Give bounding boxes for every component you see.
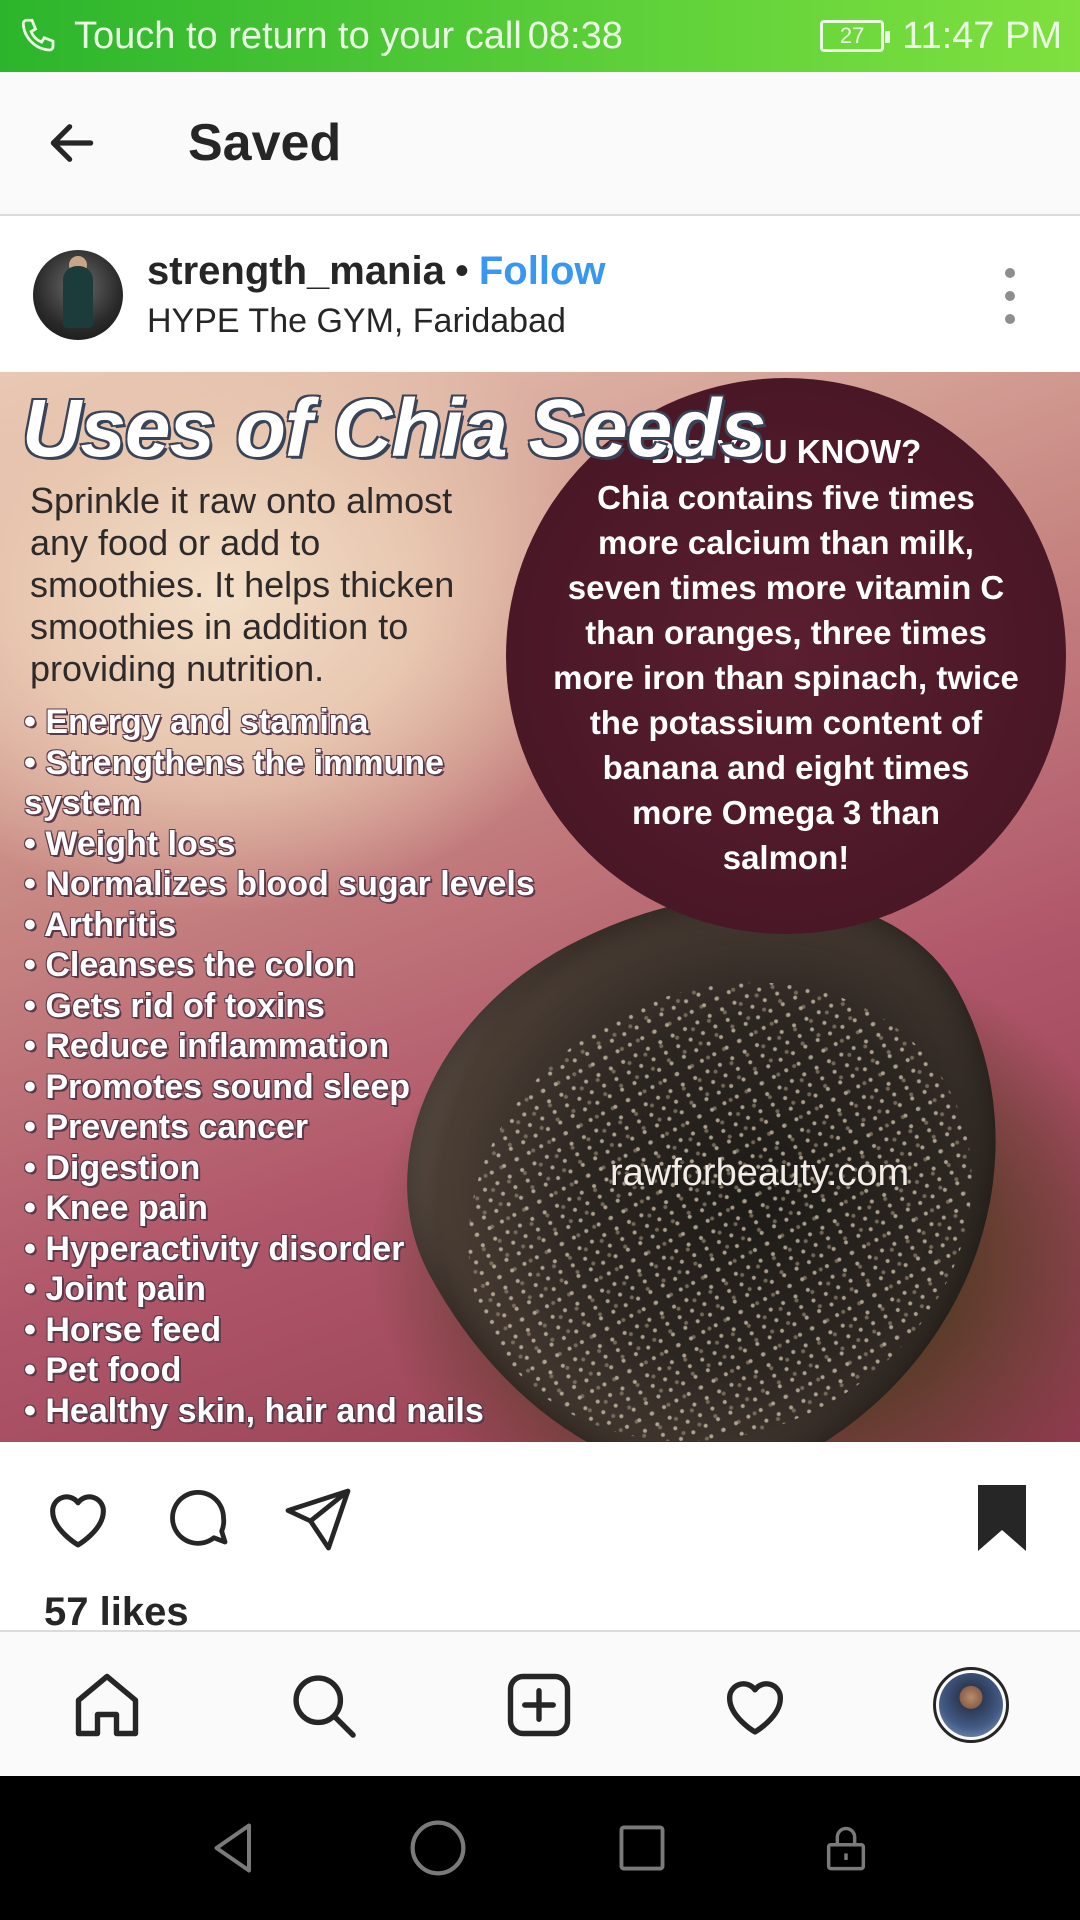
more-options-icon[interactable]	[1000, 268, 1020, 324]
list-item: Reduce inflammation	[24, 1026, 535, 1067]
system-back-button[interactable]	[198, 1812, 270, 1884]
list-item: Normalizes blood sugar levels	[24, 864, 534, 905]
save-button[interactable]	[962, 1478, 1042, 1558]
image-watermark: rawforbeauty.com	[610, 1152, 910, 1194]
system-navigation-bar	[0, 1776, 1080, 1920]
bookmark-filled-icon	[978, 1485, 1026, 1551]
heart-icon	[50, 1494, 106, 1548]
share-button[interactable]	[278, 1478, 358, 1558]
image-intro-text: Sprinkle it raw onto almost any food or …	[30, 480, 455, 689]
profile-avatar	[933, 1667, 1009, 1743]
call-status-bar[interactable]: Touch to return to your call 08:38 27 11…	[0, 0, 1080, 72]
list-item: Energy and stamina	[24, 702, 535, 743]
list-item: Arthritis	[24, 905, 535, 946]
list-item: Prevents cancer	[24, 1107, 535, 1148]
list-item: Pet food	[24, 1350, 535, 1391]
post-image[interactable]: DID YOU KNOW? Chia contains five times m…	[0, 372, 1080, 1442]
back-button[interactable]	[26, 97, 118, 189]
list-item: Knee pain	[24, 1188, 535, 1229]
battery-level: 27	[839, 23, 865, 48]
comment-button[interactable]	[158, 1478, 238, 1558]
list-item: Healthy skin, hair and nails	[24, 1391, 535, 1432]
comment-icon	[170, 1490, 228, 1546]
system-home-button[interactable]	[402, 1812, 474, 1884]
nav-activity[interactable]	[712, 1662, 798, 1748]
system-recents-button[interactable]	[606, 1812, 678, 1884]
list-item: Cleanses the colon	[24, 945, 535, 986]
post-header: strength_mania • Follow HYPE The GYM, Fa…	[0, 218, 1080, 372]
phone-call-icon	[21, 18, 55, 52]
return-to-call-text: Touch to return to your call	[74, 14, 522, 57]
list-item: Horse feed	[24, 1310, 535, 1351]
list-item: Weight loss	[24, 824, 535, 865]
like-button[interactable]	[38, 1478, 118, 1558]
activity-heart-icon	[726, 1681, 784, 1735]
nav-home[interactable]	[64, 1662, 150, 1748]
search-icon	[293, 1675, 356, 1738]
list-item: Digestion	[24, 1148, 535, 1189]
lock-icon	[826, 1826, 866, 1871]
list-item: Gets rid of toxins	[24, 986, 535, 1027]
post-meta: strength_mania • Follow HYPE The GYM, Fa…	[147, 249, 606, 341]
square-recents-icon	[619, 1825, 665, 1871]
likes-count[interactable]: 57 likes	[44, 1590, 189, 1635]
uses-list: Energy and stamina Strengthens the immun…	[24, 702, 535, 1431]
nav-new-post[interactable]	[496, 1662, 582, 1748]
post-action-bar	[0, 1442, 1080, 1592]
home-icon	[75, 1673, 139, 1737]
did-you-know-body: Chia contains five times more calcium th…	[553, 478, 1019, 876]
nav-search[interactable]	[280, 1662, 366, 1748]
back-arrow-icon	[50, 124, 94, 162]
list-item: Joint pain	[24, 1269, 535, 1310]
triangle-back-icon	[214, 1823, 251, 1873]
follow-button[interactable]: Follow	[479, 249, 606, 294]
page-title: Saved	[188, 114, 342, 172]
bottom-navigation	[0, 1630, 1080, 1776]
battery-icon: 27	[820, 20, 891, 52]
system-lock-button[interactable]	[810, 1812, 882, 1884]
list-item: Hyperactivity disorder	[24, 1229, 535, 1270]
send-icon	[285, 1488, 351, 1551]
post-author-avatar[interactable]	[33, 250, 123, 340]
circle-home-icon	[410, 1820, 466, 1876]
separator-dot: •	[454, 249, 469, 293]
call-timer: 08:38	[527, 14, 623, 57]
post-username[interactable]: strength_mania	[147, 249, 445, 294]
list-item: Strengthens the immune system	[24, 743, 535, 824]
add-post-icon	[507, 1673, 571, 1737]
nav-profile[interactable]	[928, 1662, 1014, 1748]
status-time: 11:47 PM	[902, 14, 1062, 57]
list-item: Promotes sound sleep	[24, 1067, 535, 1108]
app-header: Saved	[0, 72, 1080, 216]
post-location[interactable]: HYPE The GYM, Faridabad	[147, 302, 606, 341]
image-title: Uses of Chia Seeds	[22, 383, 766, 474]
